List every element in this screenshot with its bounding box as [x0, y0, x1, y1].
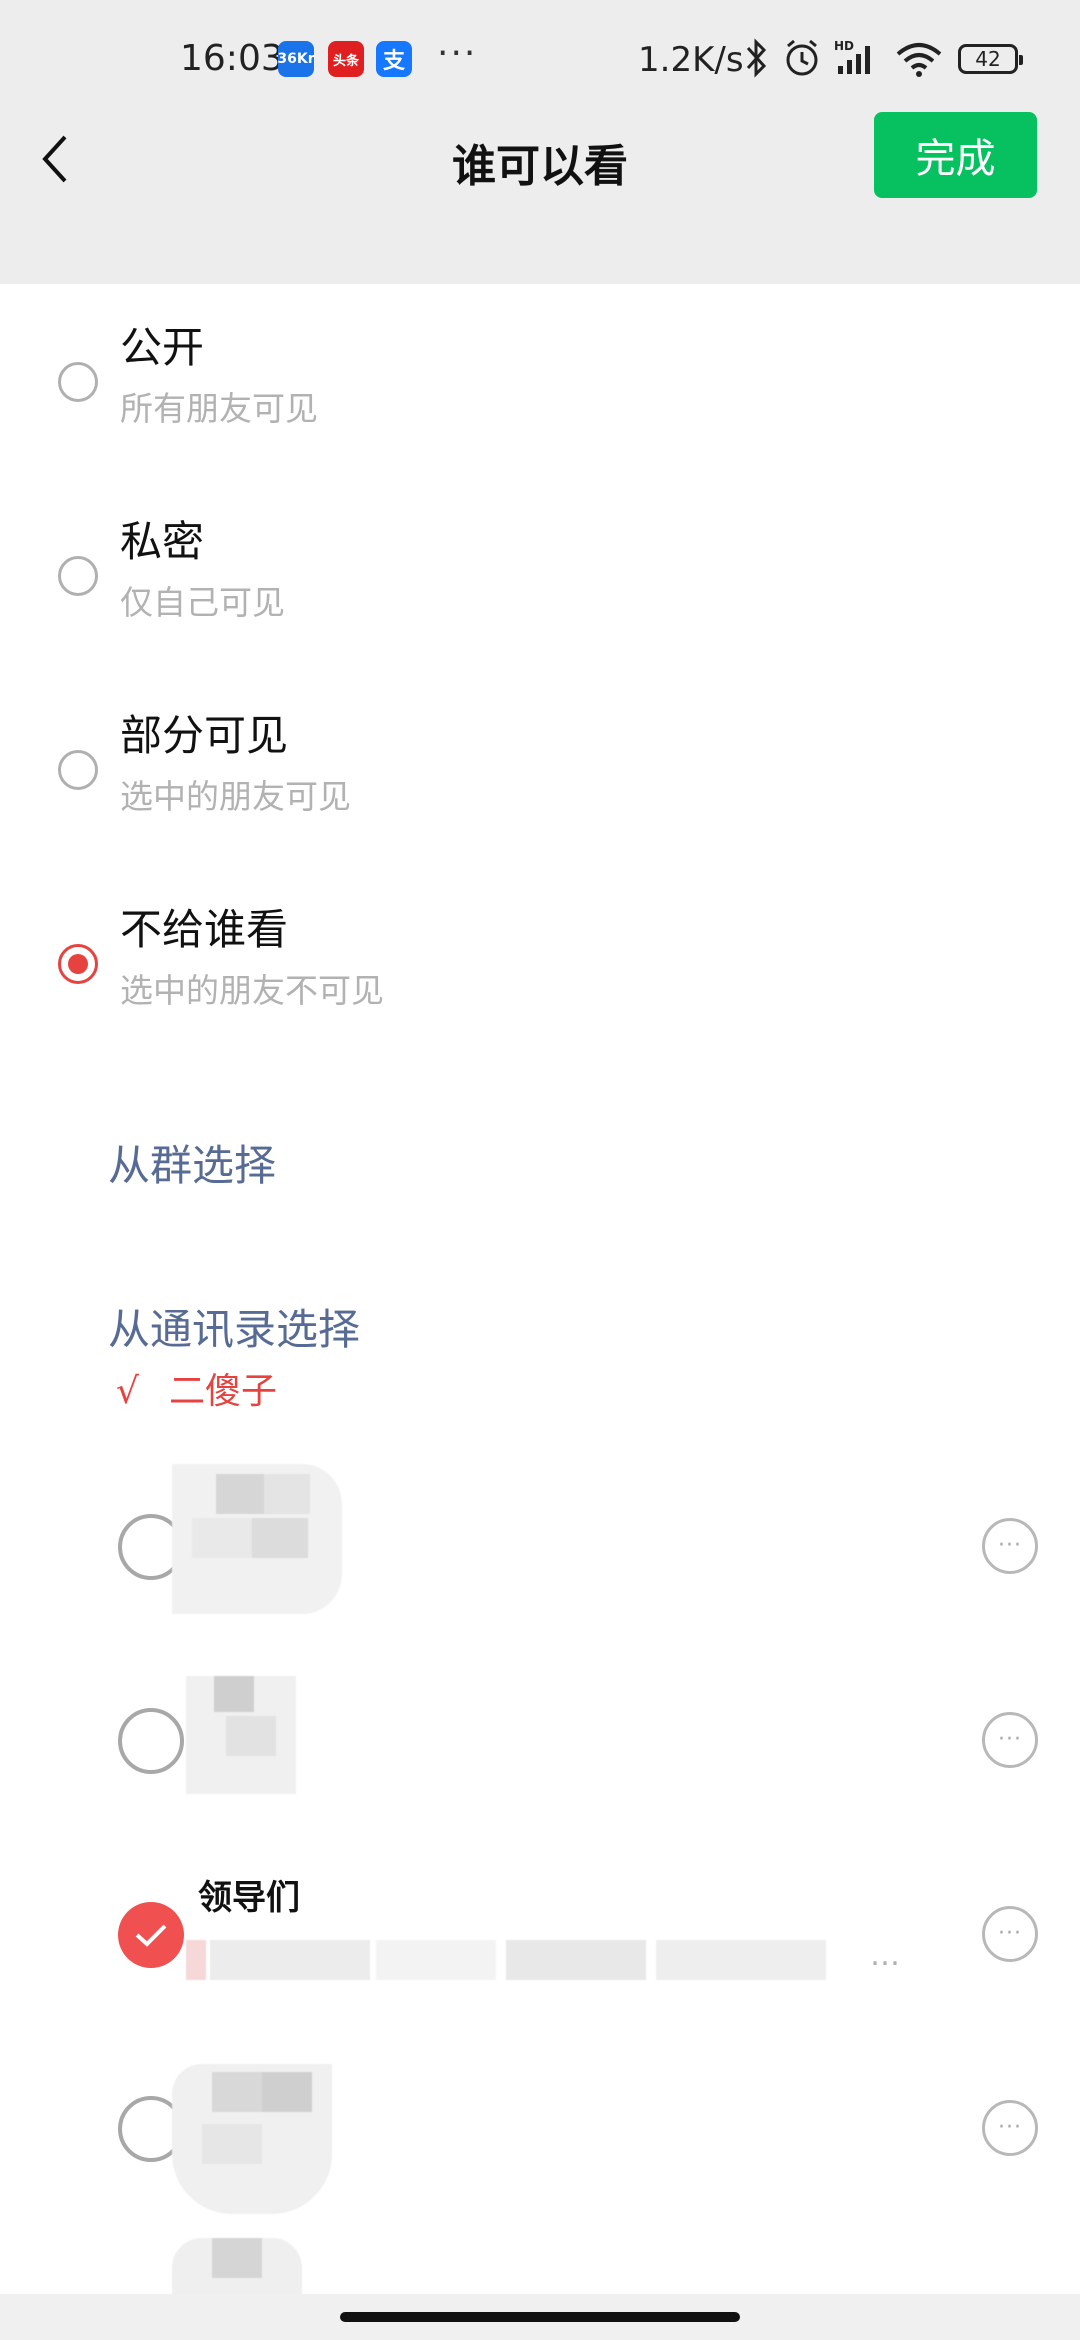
group-members-preview — [186, 1934, 906, 1994]
navigation-bar: 谁可以看 完成 — [0, 112, 1080, 284]
wifi-icon — [896, 43, 942, 77]
group-name: 领导们 — [198, 1878, 300, 1918]
selected-contact-names: 二傻子 — [168, 1371, 277, 1412]
alarm-icon — [786, 39, 818, 76]
svg-text:HD: HD — [834, 39, 854, 53]
signal-hd-icon: HD — [834, 39, 870, 74]
alipay-icon: 支 — [376, 41, 412, 77]
more-options-button[interactable]: ··· — [982, 1518, 1038, 1574]
select-from-group-link[interactable]: 从群选择 — [108, 1132, 276, 1193]
toutiao-icon: 头条 — [328, 41, 364, 77]
bluetooth-icon — [746, 38, 767, 78]
group-row[interactable]: ··· — [0, 1450, 1080, 1640]
avatar — [172, 1464, 342, 1614]
radio-button[interactable] — [58, 556, 98, 596]
radio-button[interactable] — [58, 750, 98, 790]
option-title: 私密 — [120, 517, 205, 566]
network-speed: 1.2K/s — [638, 40, 744, 80]
group-row[interactable]: ··· — [0, 1644, 1080, 1834]
option-partial-visible[interactable]: 部分可见 选中的朋友可见 — [0, 678, 1080, 868]
option-subtitle: 选中的朋友可见 — [120, 777, 351, 816]
done-button[interactable]: 完成 — [874, 112, 1037, 198]
status-bar: 16:03 36Kr 头条 支 ··· 1.2K/s HD 42 — [0, 0, 1080, 124]
group-subtitle: … — [870, 1938, 900, 1973]
more-options-button[interactable]: ··· — [982, 1906, 1038, 1962]
avatar — [186, 1676, 296, 1794]
option-public[interactable]: 公开 所有朋友可见 — [0, 290, 1080, 480]
option-exclude[interactable]: 不给谁看 选中的朋友不可见 — [0, 872, 1080, 1062]
battery-icon: 42 — [958, 44, 1023, 74]
group-row[interactable]: ··· — [0, 2032, 1080, 2222]
group-row-selected[interactable]: 领导们 … ··· — [0, 1838, 1080, 2028]
option-title: 部分可见 — [120, 711, 289, 760]
more-options-button[interactable]: ··· — [982, 1712, 1038, 1768]
avatar — [172, 2238, 302, 2296]
checkmark-icon: √ — [116, 1371, 139, 1412]
more-options-button[interactable]: ··· — [982, 2100, 1038, 2156]
status-time: 16:03 — [180, 38, 284, 79]
radio-button[interactable] — [58, 362, 98, 402]
home-indicator[interactable] — [340, 2312, 740, 2322]
option-subtitle: 所有朋友可见 — [120, 389, 318, 428]
selected-contacts: √ 二傻子 — [116, 1362, 277, 1414]
avatar — [172, 2064, 332, 2214]
option-title: 公开 — [120, 323, 205, 372]
radio-button-selected[interactable] — [118, 1902, 184, 1968]
option-subtitle: 选中的朋友不可见 — [120, 971, 384, 1010]
more-notifications-icon: ··· — [437, 33, 478, 74]
checkmark-icon — [135, 1924, 167, 1947]
36kr-icon: 36Kr — [277, 41, 315, 77]
select-from-contacts-link[interactable]: 从通讯录选择 — [108, 1296, 360, 1357]
option-subtitle: 仅自己可见 — [120, 583, 285, 622]
option-title: 不给谁看 — [120, 905, 289, 954]
option-private[interactable]: 私密 仅自己可见 — [0, 484, 1080, 674]
group-row[interactable] — [0, 2226, 1080, 2296]
radio-button-selected[interactable] — [58, 944, 98, 984]
radio-button[interactable] — [118, 1708, 184, 1774]
